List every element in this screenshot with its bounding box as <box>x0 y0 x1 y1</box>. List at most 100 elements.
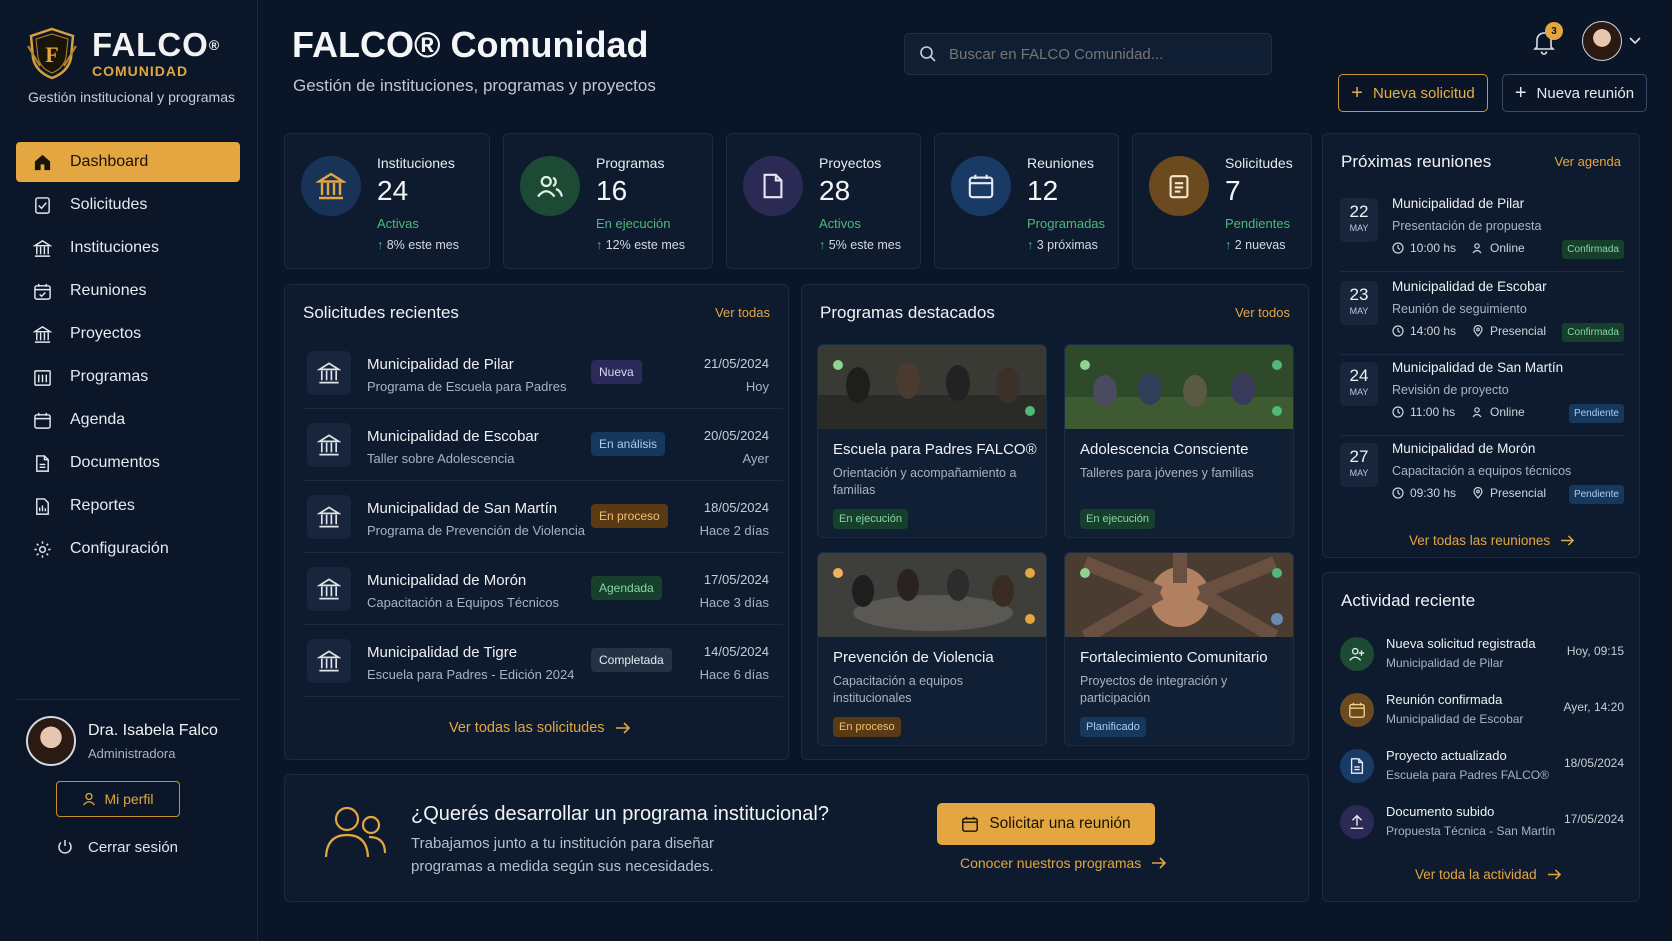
view-all-link[interactable]: Ver todas <box>715 305 770 320</box>
view-all-requests-link[interactable]: Ver todas las solicitudes <box>449 720 631 736</box>
activity-item[interactable]: Documento subido Propuesta Técnica - San… <box>1340 799 1624 855</box>
arrow-right-icon <box>615 722 630 734</box>
program-card[interactable]: Adolescencia Consciente Talleres para jó… <box>1064 344 1294 538</box>
calendar-icon <box>32 410 52 430</box>
activity-item[interactable]: Reunión confirmada Municipalidad de Esco… <box>1340 687 1624 743</box>
profile-label: Mi perfil <box>104 791 154 807</box>
stat-status: En ejecución <box>596 216 671 231</box>
table-row[interactable]: Municipalidad de Escobar Taller sobre Ad… <box>303 409 783 481</box>
program-card[interactable]: Escuela para Padres FALCO® Orientación y… <box>817 344 1047 538</box>
meeting-time: 11:00 hs <box>1392 405 1455 419</box>
cta-title: ¿Querés desarrollar un programa instituc… <box>411 803 829 825</box>
programs-link[interactable]: Conocer nuestros programas <box>960 855 1167 871</box>
request-sub: Taller sobre Adolescencia <box>367 451 515 466</box>
stat-trend-text: 2 nuevas <box>1234 238 1286 252</box>
view-all-link[interactable]: Ver todos <box>1235 305 1290 320</box>
sidebar-item-label: Instituciones <box>70 239 159 256</box>
program-card[interactable]: Fortalecimiento Comunitario Proyectos de… <box>1064 552 1294 746</box>
sidebar-item-documentos[interactable]: Documentos <box>16 443 240 483</box>
stat-trend: ↑ 12% este mes <box>596 238 685 252</box>
search-bar[interactable] <box>904 33 1272 75</box>
stat-status: Programadas <box>1027 216 1106 231</box>
meeting-mode: Online <box>1472 405 1525 419</box>
app: F FALCO® COMUNIDAD Gestión institucional… <box>0 0 1672 941</box>
sidebar-item-programas[interactable]: Programas <box>16 357 240 397</box>
meeting-mode-text: Online <box>1490 241 1525 255</box>
activity-item[interactable]: Proyecto actualizado Escuela para Padres… <box>1340 743 1624 799</box>
arrow-right-icon <box>1152 857 1167 869</box>
user-name: Dra. Isabela Falco <box>88 721 218 739</box>
trend-up-icon: ↑ <box>1225 238 1232 252</box>
request-name: Municipalidad de San Martín <box>367 500 558 517</box>
recent-requests-panel: Solicitudes recientes Ver todas Municipa… <box>284 284 789 760</box>
meeting-time-text: 11:00 hs <box>1410 405 1456 419</box>
program-desc: Capacitación a equipos institucionales <box>833 674 963 705</box>
logout-button[interactable]: Cerrar sesión <box>56 838 178 856</box>
sidebar-item-instituciones[interactable]: Instituciones <box>16 228 240 268</box>
request-relative-date: Hace 2 días <box>699 523 769 538</box>
stat-card-proyectos[interactable]: Proyectos 28 Activos ↑ 5% este mes <box>726 133 921 269</box>
header-avatar[interactable] <box>1582 21 1622 61</box>
stat-card-solicitudes[interactable]: Solicitudes 7 Pendientes ↑ 2 nuevas <box>1132 133 1312 269</box>
view-agenda-link[interactable]: Ver agenda <box>1554 154 1621 169</box>
meeting-item[interactable]: 27 MAY Municipalidad de Morón Capacitació… <box>1340 437 1624 517</box>
sidebar-item-solicitudes[interactable]: Solicitudes <box>16 185 240 225</box>
sidebar-item-label: Documentos <box>70 454 160 471</box>
table-row[interactable]: Municipalidad de Pilar Programa de Escue… <box>303 337 783 409</box>
program-desc: Proyectos de integración y participación <box>1080 674 1228 705</box>
stat-trend: ↑ 5% este mes <box>819 238 901 252</box>
request-meeting-button[interactable]: Solicitar una reunión <box>937 803 1155 845</box>
stat-card-reuniones[interactable]: Reuniones 12 Programadas ↑ 3 próximas <box>934 133 1119 269</box>
program-title: Escuela para Padres FALCO® <box>833 441 1037 458</box>
folder-icon <box>743 156 803 216</box>
report-icon <box>32 496 52 516</box>
meeting-sub: Presentación de propuesta <box>1392 219 1542 233</box>
table-row[interactable]: Municipalidad de Morón Capacitación a Eq… <box>303 553 783 625</box>
meeting-item[interactable]: 23 MAY Municipalidad de Escobar Reunión d… <box>1340 275 1624 355</box>
meeting-time-text: 09:30 hs <box>1410 486 1457 500</box>
meeting-time: 14:00 hs <box>1392 324 1456 338</box>
chevron-down-icon[interactable] <box>1628 36 1642 46</box>
users-icon <box>324 806 387 858</box>
calendar-icon <box>1340 693 1374 727</box>
sidebar-item-agenda[interactable]: Agenda <box>16 400 240 440</box>
new-request-button[interactable]: + Nueva solicitud <box>1338 74 1488 112</box>
status-badge: En ejecución <box>833 509 908 529</box>
sidebar-item-reuniones[interactable]: Reuniones <box>16 271 240 311</box>
activity-sub: Escuela para Padres FALCO® <box>1386 768 1549 782</box>
document-icon <box>1340 749 1374 783</box>
sidebar-item-dashboard[interactable]: Dashboard <box>16 142 240 182</box>
table-row[interactable]: Municipalidad de San Martín Programa de … <box>303 481 783 553</box>
profile-button[interactable]: Mi perfil <box>56 781 180 817</box>
meeting-mode: Presencial <box>1472 486 1546 500</box>
activity-title: Proyecto actualizado <box>1386 748 1507 763</box>
sidebar-item-proyectos[interactable]: Proyectos <box>16 314 240 354</box>
stat-card-instituciones[interactable]: Instituciones 24 Activas ↑ 8% este mes <box>284 133 490 269</box>
search-icon <box>920 46 936 62</box>
view-all-meetings-link[interactable]: Ver todas las reuniones <box>1409 533 1575 548</box>
program-card[interactable]: Prevención de Violencia Capacitación a e… <box>817 552 1047 746</box>
request-sub: Capacitación a Equipos Técnicos <box>367 595 559 610</box>
meeting-item[interactable]: 24 MAY Municipalidad de San Martín Revisi… <box>1340 356 1624 436</box>
meeting-month: MAY <box>1349 223 1369 233</box>
logo[interactable]: F FALCO® COMUNIDAD <box>26 26 220 80</box>
new-meeting-button[interactable]: + Nueva reunión <box>1502 74 1647 112</box>
stat-status: Activas <box>377 216 419 231</box>
page-subtitle: Gestión de instituciones, programas y pr… <box>293 76 656 95</box>
stat-card-programas[interactable]: Programas 16 En ejecución ↑ 12% este mes <box>503 133 713 269</box>
activity-item[interactable]: Nueva solicitud registrada Municipalidad… <box>1340 631 1624 687</box>
stat-value: 24 <box>377 175 409 206</box>
request-name: Municipalidad de Morón <box>367 572 527 589</box>
sidebar-item-label: Dashboard <box>70 153 149 170</box>
search-input[interactable] <box>949 45 1249 63</box>
meeting-item[interactable]: 22 MAY Municipalidad de Pilar Presentació… <box>1340 192 1624 272</box>
clock-icon <box>1392 242 1404 254</box>
view-all-activity-link[interactable]: Ver toda la actividad <box>1415 867 1562 882</box>
project-icon <box>32 324 52 344</box>
stat-trend-text: 8% este mes <box>386 238 459 252</box>
meeting-day: 27 <box>1349 447 1369 466</box>
sidebar-item-reportes[interactable]: Reportes <box>16 486 240 526</box>
tagline: Gestión institucional y programas <box>28 89 235 105</box>
table-row[interactable]: Municipalidad de Tigre Escuela para Padr… <box>303 625 783 697</box>
sidebar-item-configuracion[interactable]: Configuración <box>16 529 240 569</box>
